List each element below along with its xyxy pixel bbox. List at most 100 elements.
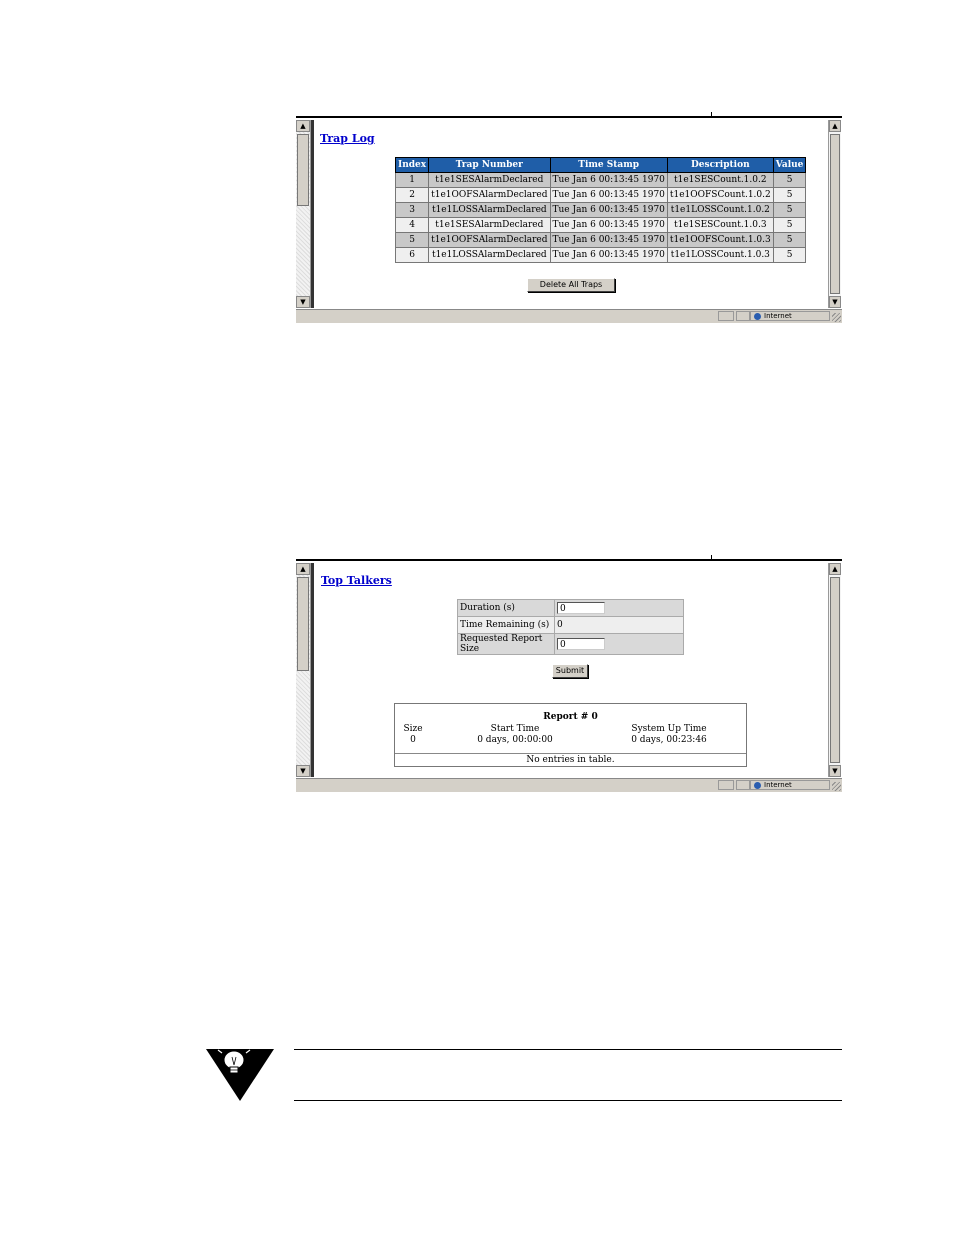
cell-value: 5 [772,247,807,263]
col-value: Value [772,157,807,173]
right-scrollbar[interactable]: ▲ ▼ [828,120,841,308]
cell-index: 5 [394,232,430,248]
report-box: Report # 0 Size 0 Start Time 0 days, 00:… [394,703,747,767]
globe-icon [754,313,761,320]
cell-description: t1e1SESCount.1.0.2 [666,172,774,188]
start-time-label: Start Time [490,724,540,734]
duration-input[interactable]: 0 [557,602,605,614]
table-row: 4 t1e1SESAlarmDeclared Tue Jan 6 00:13:4… [394,217,807,233]
right-scroll-thumb[interactable] [830,134,840,294]
report-size-label: Requested Report Size [457,633,555,655]
cell-description: t1e1LOSSCount.1.0.3 [666,247,774,263]
arrow-down-icon[interactable]: ▼ [829,296,841,308]
arrow-down-icon[interactable]: ▼ [296,296,310,308]
resize-grip-icon[interactable] [832,313,841,322]
cell-trap-number: t1e1OOFSAlarmDeclared [428,187,551,203]
status-zone-label: Internet [764,312,792,320]
lightbulb-note-icon [206,1049,274,1101]
cell-time-stamp: Tue Jan 6 00:13:45 1970 [549,202,668,218]
table-row: 2 t1e1OOFSAlarmDeclared Tue Jan 6 00:13:… [394,187,807,203]
note-rule-bottom [294,1100,842,1101]
status-zone-label: Internet [764,781,792,789]
left-scrollbar[interactable]: ▲ ▼ [296,120,311,308]
cell-description: t1e1LOSSCount.1.0.2 [666,202,774,218]
col-trap-number: Trap Number [428,157,551,173]
left-scroll-thumb[interactable] [297,577,309,671]
status-pane [736,780,750,790]
duration-label: Duration (s) [457,599,555,617]
col-time-stamp: Time Stamp [549,157,668,173]
cell-value: 5 [772,187,807,203]
globe-icon [754,782,761,789]
report-size-input[interactable]: 0 [557,638,605,650]
arrow-up-icon[interactable]: ▲ [296,120,310,132]
cell-value: 5 [772,172,807,188]
top-tick [711,555,712,561]
trap-log-content: Trap Log Index Trap Number Time Stamp De… [314,120,828,308]
cell-trap-number: t1e1LOSSAlarmDeclared [428,247,551,263]
status-zone: Internet [750,311,792,321]
left-scroll-thumb[interactable] [297,134,309,206]
no-entries-message: No entries in table. [395,753,746,766]
table-row: 1 t1e1SESAlarmDeclared Tue Jan 6 00:13:4… [394,172,807,188]
arrow-down-icon[interactable]: ▼ [296,765,310,777]
cell-time-stamp: Tue Jan 6 00:13:45 1970 [549,187,668,203]
status-bar: Internet [296,309,842,323]
cell-index: 2 [394,187,430,203]
table-header-row: Index Trap Number Time Stamp Description… [394,157,807,173]
cell-value: 5 [772,202,807,218]
start-time-value: 0 days, 00:00:00 [477,735,553,745]
right-scrollbar[interactable]: ▲ ▼ [828,563,841,777]
cell-index: 3 [394,202,430,218]
cell-trap-number: t1e1OOFSAlarmDeclared [428,232,551,248]
form-row-report-size: Requested Report Size 0 [457,633,684,655]
form-row-duration: Duration (s) 0 [457,599,684,617]
page-title[interactable]: Trap Log [320,132,375,145]
status-pane [718,780,734,790]
top-talkers-form: Duration (s) 0 Time Remaining (s) 0 Requ… [457,599,684,655]
cell-time-stamp: Tue Jan 6 00:13:45 1970 [549,247,668,263]
col-index: Index [394,157,430,173]
cell-trap-number: t1e1SESAlarmDeclared [428,217,551,233]
cell-trap-number: t1e1LOSSAlarmDeclared [428,202,551,218]
arrow-up-icon[interactable]: ▲ [829,563,841,575]
right-scroll-thumb[interactable] [830,577,840,763]
form-row-remaining: Time Remaining (s) 0 [457,616,684,634]
cell-time-stamp: Tue Jan 6 00:13:45 1970 [549,232,668,248]
submit-button[interactable]: Submit [552,664,588,678]
delete-all-traps-button[interactable]: Delete All Traps [527,278,615,292]
col-description: Description [666,157,774,173]
remaining-value: 0 [554,616,684,634]
table-row: 6 t1e1LOSSAlarmDeclared Tue Jan 6 00:13:… [394,247,807,263]
page-title[interactable]: Top Talkers [321,574,392,587]
top-talkers-content: Top Talkers Duration (s) 0 Time Remainin… [314,563,828,777]
arrow-down-icon[interactable]: ▼ [829,765,841,777]
status-bar: Internet [296,778,842,792]
report-title: Report # 0 [543,712,598,722]
cell-trap-number: t1e1SESAlarmDeclared [428,172,551,188]
size-label: Size [403,724,423,734]
arrow-up-icon[interactable]: ▲ [296,563,310,575]
cell-value: 5 [772,232,807,248]
remaining-label: Time Remaining (s) [457,616,555,634]
status-pane [718,311,734,321]
status-pane [736,311,750,321]
top-talkers-window: ▲ ▼ Top Talkers Duration (s) 0 Time Rema… [296,555,842,793]
cell-description: t1e1SESCount.1.0.3 [666,217,774,233]
cell-time-stamp: Tue Jan 6 00:13:45 1970 [549,172,668,188]
uptime-value: 0 days, 00:23:46 [631,735,707,745]
table-row: 3 t1e1LOSSAlarmDeclared Tue Jan 6 00:13:… [394,202,807,218]
cell-index: 6 [394,247,430,263]
table-row: 5 t1e1OOFSAlarmDeclared Tue Jan 6 00:13:… [394,232,807,248]
cell-description: t1e1OOFSCount.1.0.3 [666,232,774,248]
resize-grip-icon[interactable] [832,782,841,791]
cell-description: t1e1OOFSCount.1.0.2 [666,187,774,203]
note-rule-top [294,1049,842,1050]
left-scrollbar[interactable]: ▲ ▼ [296,563,311,777]
top-tick [711,112,712,118]
cell-value: 5 [772,217,807,233]
status-zone: Internet [750,780,792,790]
trap-table: Index Trap Number Time Stamp Description… [394,157,807,263]
trap-log-window: ▲ ▼ Trap Log Index Trap Number Time Stam… [296,112,842,324]
arrow-up-icon[interactable]: ▲ [829,120,841,132]
